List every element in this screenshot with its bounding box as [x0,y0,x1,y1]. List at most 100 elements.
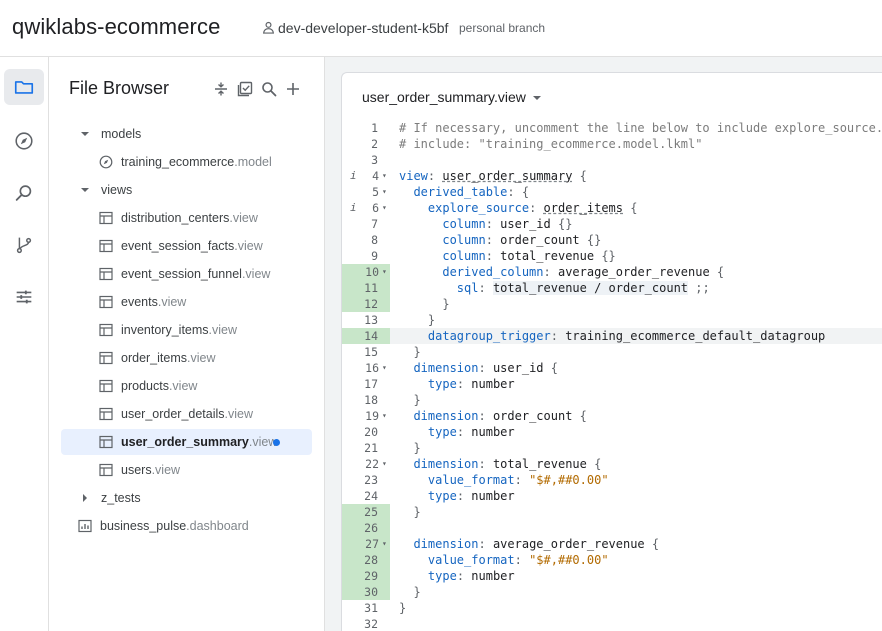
line-gutter: 7 [342,216,390,232]
line-gutter: 22 ▾ [342,456,390,472]
code-line[interactable]: 2 # include: "training_ecommerce.model.lk… [342,136,882,152]
code-line[interactable]: 17 type: number [342,376,882,392]
code-line[interactable]: 10 ▾ derived_column: average_order_revenu… [342,264,882,280]
code-line[interactable]: 7 column: user_id {} [342,216,882,232]
chevron-down-icon[interactable] [79,128,91,140]
fold-toggle-icon[interactable]: ▾ [382,168,387,184]
tree-folder-views[interactable]: views [61,177,312,203]
tree-file-user_order_summary[interactable]: user_order_summary.view [61,429,312,455]
line-gutter: 11 [342,280,390,296]
code-line-text: type: number [427,425,515,439]
code-line[interactable]: 20 type: number [342,424,882,440]
code-line[interactable]: 22 ▾ dimension: total_revenue { [342,456,882,472]
chevron-down-icon[interactable] [532,94,542,102]
fold-toggle-icon[interactable]: ▾ [382,536,387,552]
code-line[interactable]: 15 } [342,344,882,360]
code-line[interactable]: 16 ▾ dimension: user_id { [342,360,882,376]
collapse-all-button[interactable] [212,80,230,98]
branch-name[interactable]: dev-developer-student-k5bf [278,20,448,36]
rail-file-browser-button[interactable] [4,69,44,105]
line-gutter: 25 [342,504,390,520]
search-files-button[interactable] [260,80,278,98]
line-gutter: 18 [342,392,390,408]
fold-toggle-icon[interactable]: ▾ [382,408,387,424]
fold-toggle-icon[interactable]: ▾ [382,360,387,376]
info-icon[interactable]: i [350,200,357,216]
code-line[interactable]: 21 } [342,440,882,456]
tree-file-user_order_details[interactable]: user_order_details.view [61,401,312,427]
tree-file-business_pulse[interactable]: business_pulse.dashboard [61,513,312,539]
file-extension: .view [168,379,198,393]
code-line[interactable]: 27 ▾ dimension: average_order_revenue { [342,536,882,552]
code-line[interactable]: 11 sql: total_revenue / order_count ;; [342,280,882,296]
validate-button[interactable] [236,80,254,98]
line-gutter: 30 [342,584,390,600]
line-number: 30 [364,585,378,599]
code-line[interactable]: 30 } [342,584,882,600]
code-line[interactable]: 13 } [342,312,882,328]
rail-settings-button[interactable] [4,279,44,315]
code-line[interactable]: 18 } [342,392,882,408]
line-number: 12 [364,297,378,311]
file-basename: training_ecommerce [121,155,235,169]
tree-file-events[interactable]: events.view [61,289,312,315]
line-number: 2 [371,137,378,151]
tree-file-event_session_facts[interactable]: event_session_facts.view [61,233,312,259]
tree-file-order_items[interactable]: order_items.view [61,345,312,371]
tree-file-inventory_items[interactable]: inventory_items.view [61,317,312,343]
tree-folder-models[interactable]: models [61,121,312,147]
tree-file-training_ecommerce[interactable]: training_ecommerce.model [61,149,312,175]
tree-folder-z_tests[interactable]: z_tests [61,485,312,511]
editor-file-name[interactable]: user_order_summary.view [362,89,526,105]
code-line[interactable]: 32 [342,616,882,631]
tree-file-event_session_funnel[interactable]: event_session_funnel.view [61,261,312,287]
tree-file-products[interactable]: products.view [61,373,312,399]
code-line-text: } [399,393,421,407]
code-line-text: } [399,345,421,359]
tree-file-users[interactable]: users.view [61,457,312,483]
code-line[interactable]: 25 } [342,504,882,520]
code-line[interactable]: 31} [342,600,882,616]
fold-toggle-icon[interactable]: ▾ [382,456,387,472]
code-line[interactable]: 29 type: number [342,568,882,584]
code-line[interactable]: 8 column: order_count {} [342,232,882,248]
chevron-down-icon[interactable] [79,184,91,196]
code-line[interactable]: 9 column: total_revenue {} [342,248,882,264]
code-line[interactable]: 12 } [342,296,882,312]
code-line-text: derived_column: average_order_revenue { [442,265,725,279]
fold-toggle-icon[interactable]: ▾ [382,184,387,200]
code-line[interactable]: 5 ▾ derived_table: { [342,184,882,200]
code-line[interactable]: 3 [342,152,882,168]
code-line[interactable]: 28 value_format: "$#,##0.00" [342,552,882,568]
fold-toggle-icon[interactable]: ▾ [382,264,387,280]
code-line[interactable]: 23 value_format: "$#,##0.00" [342,472,882,488]
code-line[interactable]: 19 ▾ dimension: order_count { [342,408,882,424]
left-nav-rail [0,57,49,631]
code-line[interactable]: 1 # If necessary, uncomment the line belo… [342,120,882,136]
tree-item-label: products.view [121,379,197,393]
rail-git-button[interactable] [4,227,44,263]
tree-item-label: business_pulse.dashboard [100,519,249,533]
code-line[interactable]: 14 datagroup_trigger: training_ecommerce… [342,328,882,344]
search-zoom-icon [15,185,32,201]
code-line[interactable]: i 6 ▾ explore_source: order_items { [342,200,882,216]
line-number: 32 [364,617,378,631]
add-file-button[interactable] [284,80,302,98]
chevron-right-icon[interactable] [79,492,91,504]
info-icon[interactable]: i [350,168,357,184]
line-number: 4 [372,169,379,183]
line-gutter: 13 [342,312,390,328]
tree-file-distribution_centers[interactable]: distribution_centers.view [61,205,312,231]
rail-search-button[interactable] [4,175,44,211]
line-number: 11 [364,281,378,295]
line-number: 7 [371,217,378,231]
rail-object-browser-button[interactable] [4,123,44,159]
code-line[interactable]: i 4 ▾ view: user_order_summary { [342,168,882,184]
code-line-text: type: number [427,489,515,503]
line-number: 27 [365,537,379,551]
code-line[interactable]: 24 type: number [342,488,882,504]
code-line-text: view: user_order_summary { [399,169,587,183]
code-line[interactable]: 26 [342,520,882,536]
line-gutter: 1 [342,120,390,136]
fold-toggle-icon[interactable]: ▾ [382,200,387,216]
